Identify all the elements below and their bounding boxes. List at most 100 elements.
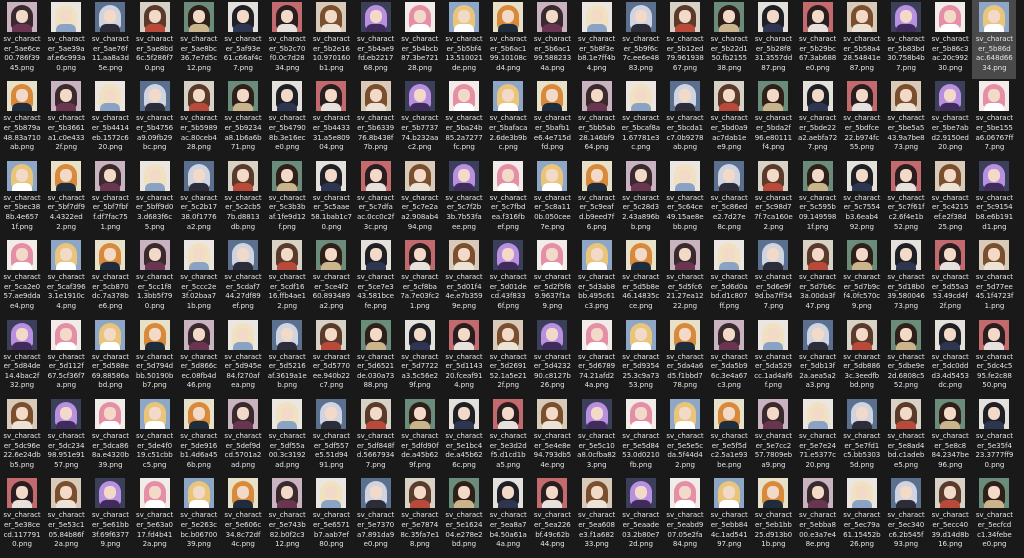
file-item[interactable]: sv_charact er_5d77ee 45.1f4723f 1.png [972,238,1016,317]
file-item[interactable]: sv_charact er_5c7f61f c2.6f4e1b 52.png [884,159,928,238]
file-item[interactable]: sv_charact er_5d6d0a bd.d1c807 ff.png [707,238,751,317]
file-item[interactable]: sv_charact er_5d7b9c f4.0fc570c 9.png [840,238,884,317]
file-item[interactable]: sv_charact er_5d5b8e 46.14835c ce.png [619,238,663,317]
file-item[interactable]: sv_charact er_5c7e2a a2.908ab4 94.png [398,159,442,238]
file-item[interactable]: sv_charact er_5bec38 8b.4e657 1f.png [0,159,44,238]
file-item[interactable]: sv_charact er_5c595b 09.149598 1f.png [796,159,840,238]
file-item[interactable]: sv_charact er_5e38ce cd.117791 0.png [0,476,44,555]
file-item[interactable]: sv_charact er_5df55a 00.3c3192 ad.png [265,397,309,476]
file-item[interactable]: sv_charact er_5ec79a 61.15452b 26.png [840,476,884,555]
file-item[interactable]: sv_charact er_5d945e 84.f270af ea.png [221,318,265,397]
file-item[interactable]: sv_charact er_5ecfcd c1.34febe e0.png [972,476,1016,555]
file-item[interactable]: sv_charact er_5e4e8e 94.793db5 4e.png [530,397,574,476]
file-item[interactable]: sv_charact er_5ae8bd 6c.5f286f7 0.png [133,0,177,79]
file-item[interactable]: sv_charact er_5dfd90f de.a45b62 9f.png [398,397,442,476]
file-item[interactable]: sv_charact er_5e8c8 84.2347be 96.png [928,397,972,476]
file-item[interactable]: sv_charact er_5b28f8 31.3557dd 87.png [751,0,795,79]
file-item[interactable]: sv_charact er_5dca86 8a.e4320b 39.png [88,397,132,476]
file-item[interactable]: sv_charact er_5be155 a6.06767ff 7.png [972,79,1016,158]
file-item[interactable]: sv_charact er_5c9154 b8.e6b191 d1.png [972,159,1016,238]
file-item[interactable]: sv_charact er_5b4414 eb.1572c6 20.png [88,79,132,158]
file-item[interactable]: sv_charact er_5b12ed 79.961938 67.png [663,0,707,79]
file-item[interactable]: sv_charact er_5d18b0 39.580046 73.png [884,238,928,317]
file-item[interactable]: sv_charact er_5d794d bb.50190b b7.png [133,318,177,397]
file-item[interactable]: sv_charact er_5b2c70 f0.0c7d28 34.png [265,0,309,79]
file-item[interactable]: sv_charact er_5c7554 b3.6eab4 92.png [840,159,884,238]
file-item[interactable]: sv_charact er_5d3ab8 bb.495c61 c3.png [575,238,619,317]
file-item[interactable]: sv_charact er_5b5bf4 13.510021 de.png [442,0,486,79]
file-item[interactable]: sv_charact er_5d9354 25.3c9a73 53.png [619,318,663,397]
file-item[interactable]: sv_charact er_5d5216 af.3619a1e b.png [265,318,309,397]
file-item[interactable]: sv_charact er_5dc234 98.951e91 57.png [44,397,88,476]
file-item[interactable]: sv_charact er_5e6571 b7.aab7ef 80.png [309,476,353,555]
file-item[interactable]: sv_charact er_5ce4f2 60.893489 a2.png [309,238,353,317]
file-item[interactable]: sv_charact er_5b22d1 50.fb2155 38.png [707,0,751,79]
file-item[interactable]: sv_charact er_5caf396 3.1e1910c 4.png [44,238,88,317]
file-item[interactable]: sv_charact er_5bdfce 22.b974fc 55.png [840,79,884,158]
file-item[interactable]: sv_charact er_5cc1f8 1.3bb5f79 0.png [133,238,177,317]
file-item[interactable]: sv_charact er_5b3661 a1.c0e433 2f.png [44,79,88,158]
file-item[interactable]: sv_charact er_5b2e16 10.970160 b1.png [309,0,353,79]
file-item[interactable]: sv_charact er_5cf8ba 7a.7e03fc2 1.png [398,238,442,317]
file-item[interactable]: sv_charact er_5e1624 04.e278e2 bd.png [442,476,486,555]
file-item[interactable]: sv_charact er_5e606c 34.8c72df 4c.png [221,476,265,555]
file-item[interactable]: sv_charact er_5d2f5f8 9.9637f1a 9.png [530,238,574,317]
file-item[interactable]: sv_charact er_5d7722 a3.5c56e2 9f.png [398,318,442,397]
file-item[interactable]: sv_charact er_5bda2f 96.e80111 f4.png [751,79,795,158]
file-item[interactable]: sv_charact er_5ea226 bf.49c62b 44.png [530,476,574,555]
file-item[interactable]: sv_charact er_5d588e 69.88586a bd.png [88,318,132,397]
file-item[interactable]: sv_charact er_5de916 b1.4d6a45 6b.png [177,397,221,476]
file-item[interactable]: sv_charact er_5bafaca 2.6de3b9b c.png [486,79,530,158]
file-item[interactable]: sv_charact er_5c9eaf d.b9eed7f 6.png [575,159,619,238]
file-item[interactable]: sv_charact er_5b4bcb 87.3be721 28.png [398,0,442,79]
file-item[interactable]: sv_charact er_5cdf16 16.ffb4ae1 2.png [265,238,309,317]
file-item[interactable]: sv_charact er_5ea8a7 b4.50a61a 4a.png [486,476,530,555]
file-item[interactable]: sv_charact er_5cb870 dc.7a378b e6.png [88,238,132,317]
file-item[interactable]: sv_charact er_5bf7df9 4.4322ed 2.png [44,159,88,238]
file-item[interactable]: sv_charact er_5e35f4 23.3777ff9 0.png [972,397,1016,476]
file-item[interactable]: sv_charact er_5c4215 ef.e2f38d 25.png [928,159,972,238]
file-item[interactable]: sv_charact er_5ecc40 39.d14d8b 16.png [928,476,972,555]
file-item[interactable]: sv_charact er_5dbe9e 2d.6808c5 52.png [884,318,928,397]
file-item[interactable]: sv_charact er_5c2cb5 7b.d8813 db.png [221,159,265,238]
file-item[interactable]: sv_charact er_5d6e9f 9d.ba7ff34 7.png [751,238,795,317]
file-item[interactable]: sv_charact er_5c7dfa ac.0cc0c2f 3c.png [354,159,398,238]
file-item[interactable]: sv_charact er_5bcaf8a 1.67781e3 c.png [619,79,663,158]
file-item[interactable]: sv_charact er_5ba24b 85.2a7277 fc.png [442,79,486,158]
file-item[interactable]: sv_charact er_5b4433 31.a5e809 04.png [309,79,353,158]
file-item[interactable]: sv_charact er_5ccc2e 3f.02baa7 1b.png [177,238,221,317]
file-item[interactable]: sv_charact er_5c8a11 0b.050cee 7e.png [530,159,574,238]
file-item[interactable]: sv_charact er_5b86c3 ac.20c992 30.png [928,0,972,79]
file-item[interactable]: sv_charact er_5e7874 8c.35fa7e1 8.png [398,476,442,555]
file-item[interactable]: sv_charact er_5d1143 20.fceaf91 4.png [442,318,486,397]
file-item[interactable]: sv_charact er_5be5a5 43.9a7be8 73.png [884,79,928,158]
file-item[interactable]: sv_charact er_5be7ab d2.9150ed 20.png [928,79,972,158]
file-item[interactable]: sv_charact er_5bafb1 e6.4e715d fd.png [530,79,574,158]
file-item[interactable]: sv_charact er_5ebba8 00.e3a7e4 8e.png [796,476,840,555]
file-item[interactable]: sv_charact er_5b879a 48.83a710 ab.png [0,79,44,158]
file-item[interactable]: sv_charact er_5dc0dd d3.4d5453 dc.png [928,318,972,397]
file-item[interactable]: sv_charact er_5da4a6 d5.f1bbd7 78.png [663,318,707,397]
file-item[interactable]: sv_charact er_5b86d ac.648d66 34.png [972,0,1017,79]
file-item[interactable]: sv_charact er_5c7f2b 3b.7b53fa ee.png [442,159,486,238]
file-item[interactable]: sv_charact er_5b9f6c 7c.ee6e48 83.png [619,0,663,79]
file-item[interactable]: sv_charact er_5cdaf7 44.27df89 ef.png [221,238,265,317]
file-item[interactable]: sv_charact er_5ea608 e3.f1a682 33.png [575,476,619,555]
file-item[interactable]: sv_charact er_5ce7e3 43.581bce fe.png [354,238,398,317]
file-item[interactable]: sv_charact er_5bf7fbf f.df7fac75 1.png [88,159,132,238]
file-item[interactable]: sv_charact er_5d01de cd.43f833 6f.png [486,238,530,317]
file-item[interactable]: sv_charact er_5dc96e 22.6e24db b5.png [0,397,44,476]
file-item[interactable]: sv_charact er_5d4232 90.c8127b 26.png [530,318,574,397]
file-item[interactable]: sv_charact er_5e7cc2 57.7809eb a9.png [751,397,795,476]
file-item[interactable]: sv_charact er_5b9234 a8.1b6a6b 71.png [221,79,265,158]
file-item[interactable]: sv_charact er_5ae6ce 00.786f39 45.png [0,0,44,79]
file-item[interactable]: sv_charact er_5c7fbd ea.f316fb ef.png [486,159,530,238]
file-item[interactable]: sv_charact er_5d7b6c 3a.00da3f 47.png [796,238,840,317]
file-item[interactable]: sv_charact er_5df557 e5.51d94 91.png [309,397,353,476]
file-item[interactable]: sv_charact er_5e1bc4 de.a45b62 6c.png [442,397,486,476]
file-item[interactable]: sv_charact er_5b83bd 30.758b4b 7.png [884,0,928,79]
file-item[interactable]: sv_charact er_5e53c1 05.84b86f 2a.png [44,476,88,555]
file-item[interactable]: sv_charact er_5bde22 a2.aebfa72 7.png [796,79,840,158]
file-item[interactable]: sv_charact er_5ebb84 4c.1ad541 97.png [707,476,751,555]
file-item[interactable]: sv_charact er_5dc4c5 95.fe2c88 50.png [972,318,1016,397]
